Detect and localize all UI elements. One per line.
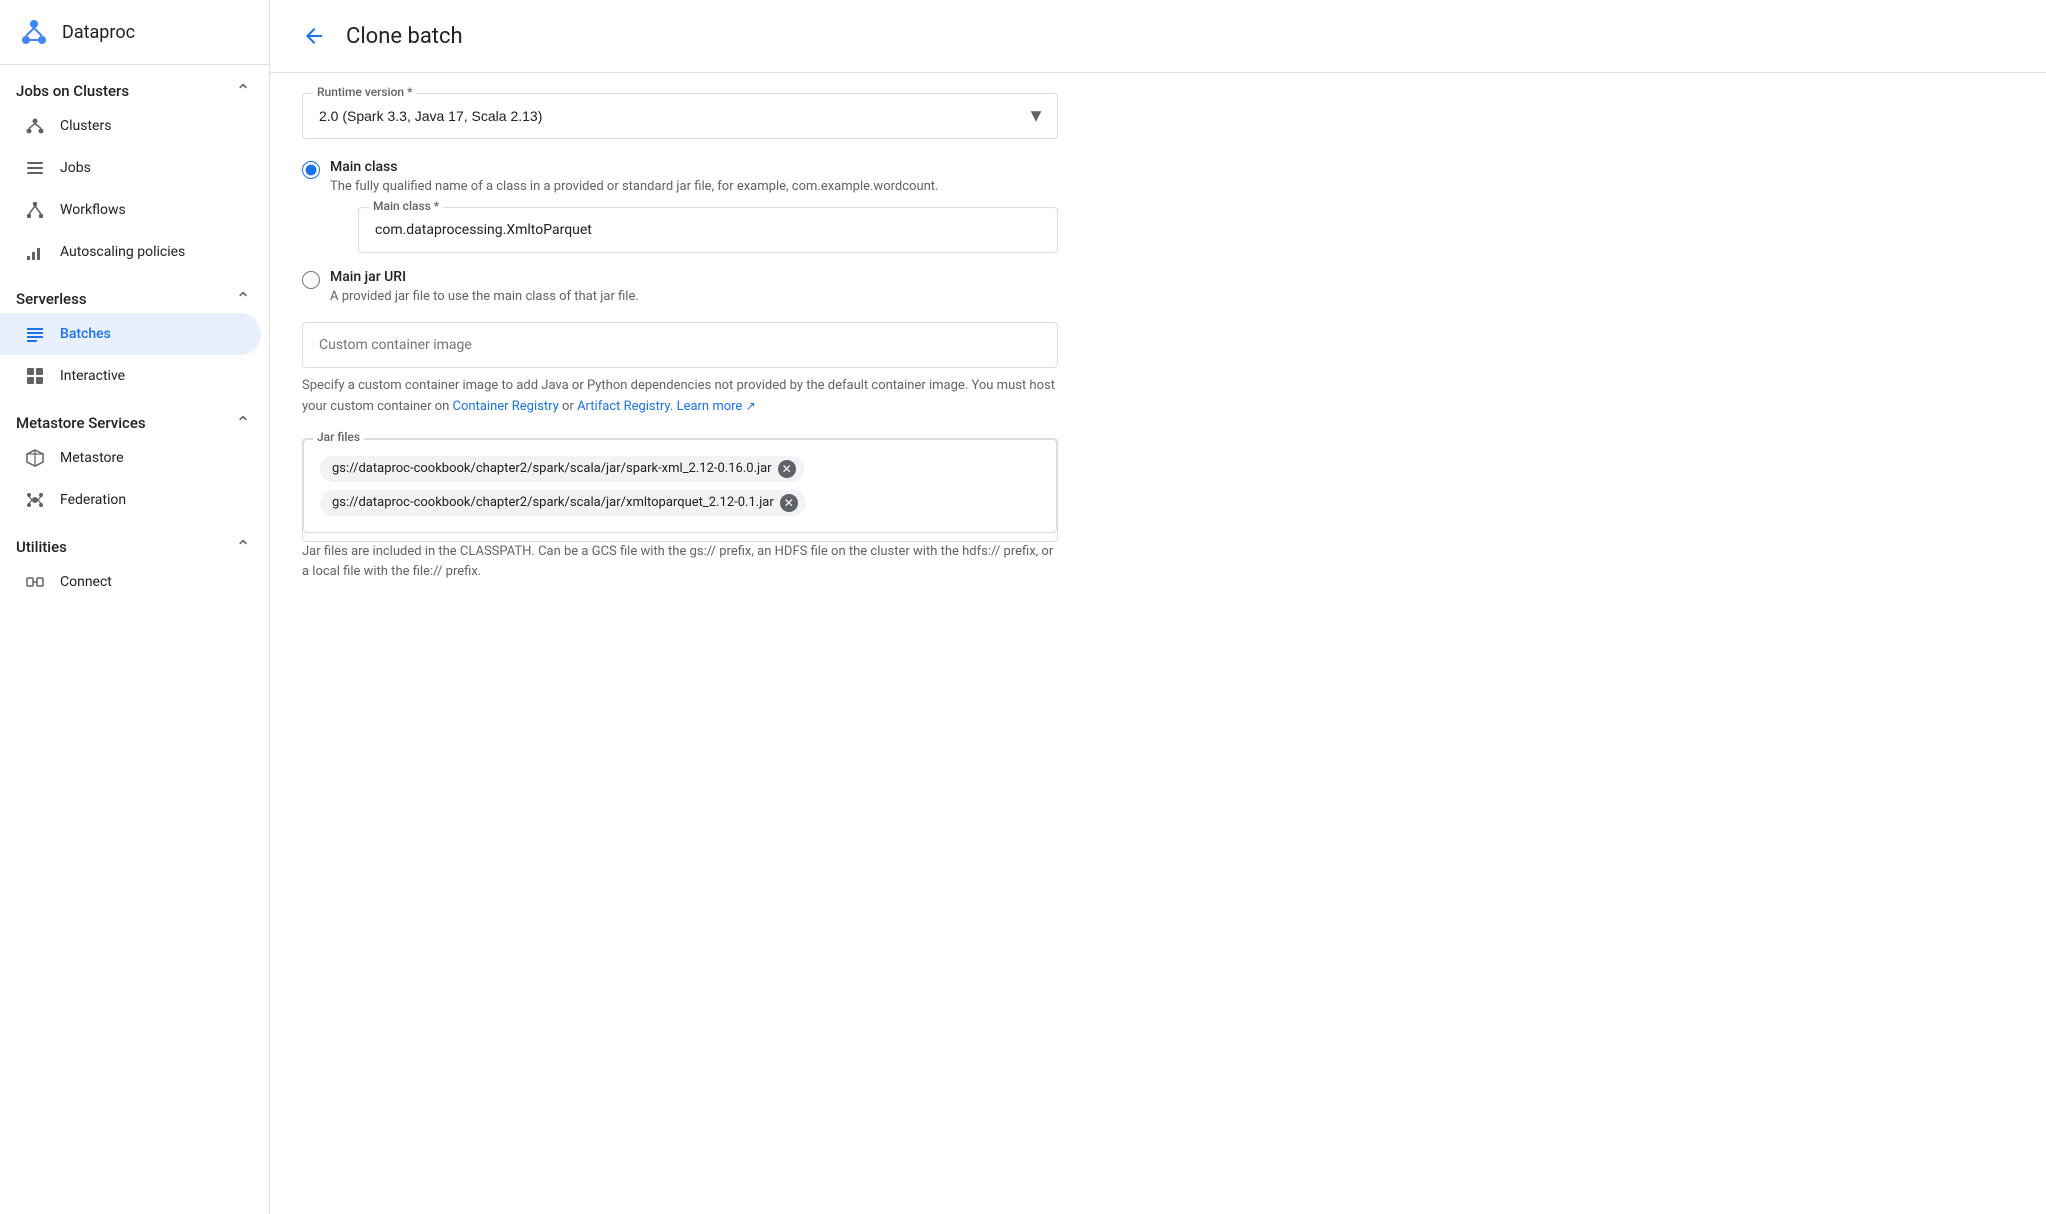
chevron-serverless-icon[interactable]: ⌃ — [233, 289, 253, 309]
jar-file-remove-0[interactable]: ✕ — [778, 460, 796, 478]
sidebar-item-clusters[interactable]: Clusters — [0, 105, 261, 147]
jar-file-tag-0: gs://dataproc-cookbook/chapter2/spark/sc… — [320, 456, 804, 482]
sidebar-item-interactive[interactable]: Interactive — [0, 355, 261, 397]
chevron-utilities-icon[interactable]: ⌃ — [233, 537, 253, 557]
chevron-metastore-icon[interactable]: ⌃ — [233, 413, 253, 433]
container-image-field: Specify a custom container image to add … — [302, 322, 1058, 418]
section-metastore-services: Metastore Services ⌃ — [0, 397, 269, 437]
main-jar-radio-desc: A provided jar file to use the main clas… — [330, 287, 1058, 307]
sidebar-item-batches[interactable]: Batches — [0, 313, 261, 355]
runtime-version-label: Runtime version * — [313, 85, 416, 99]
interactive-label: Interactive — [60, 368, 125, 384]
jar-files-field: Jar files gs://dataproc-cookbook/chapter… — [302, 438, 1058, 584]
main-class-radio-desc: The fully qualified name of a class in a… — [330, 177, 1058, 197]
interactive-icon — [24, 365, 46, 387]
section-serverless: Serverless ⌃ — [0, 273, 269, 313]
batches-label: Batches — [60, 326, 111, 342]
sidebar-item-metastore[interactable]: Metastore — [0, 437, 261, 479]
connect-label: Connect — [60, 574, 112, 590]
main-class-radio-option: Main class The fully qualified name of a… — [302, 159, 1058, 253]
main-class-sub-field: Main class * — [358, 207, 1058, 253]
main-jar-radio-option: Main jar URI A provided jar file to use … — [302, 269, 1058, 307]
artifact-registry-link[interactable]: Artifact Registry — [577, 399, 670, 414]
back-button[interactable] — [294, 16, 334, 56]
container-registry-link[interactable]: Container Registry — [453, 399, 559, 414]
connect-icon — [24, 571, 46, 593]
form-container: Runtime version * 2.0 (Spark 3.3, Java 1… — [270, 73, 1090, 623]
main-class-radio[interactable] — [302, 161, 320, 179]
federation-icon — [24, 489, 46, 511]
sidebar-item-workflows[interactable]: Workflows — [0, 189, 261, 231]
runtime-version-select[interactable]: 2.0 (Spark 3.3, Java 17, Scala 2.13) — [303, 94, 1057, 138]
jar-files-helper: Jar files are included in the CLASSPATH.… — [302, 542, 1058, 584]
sidebar: Dataproc Jobs on Clusters ⌃ Clusters Job… — [0, 0, 270, 1214]
autoscaling-icon — [24, 241, 46, 263]
jar-file-remove-1[interactable]: ✕ — [780, 494, 798, 512]
page-header: Clone batch — [270, 0, 2046, 73]
jobs-label: Jobs — [60, 160, 91, 176]
metastore-icon — [24, 447, 46, 469]
main-class-field-label: Main class * — [369, 199, 443, 213]
jar-files-label: Jar files — [313, 430, 364, 444]
dataproc-logo-icon — [16, 14, 52, 50]
workflows-icon — [24, 199, 46, 221]
runtime-version-field: Runtime version * 2.0 (Spark 3.3, Java 1… — [302, 93, 1058, 139]
sidebar-item-federation[interactable]: Federation — [0, 479, 261, 521]
app-name: Dataproc — [62, 22, 135, 43]
clusters-label: Clusters — [60, 118, 111, 134]
learn-more-link[interactable]: Learn more ↗ — [677, 399, 756, 414]
clusters-icon — [24, 115, 46, 137]
federation-label: Federation — [60, 492, 126, 508]
sidebar-item-connect[interactable]: Connect — [0, 561, 261, 603]
metastore-label: Metastore — [60, 450, 124, 466]
jar-file-tag-1: gs://dataproc-cookbook/chapter2/spark/sc… — [320, 490, 806, 516]
section-jobs-on-clusters: Jobs on Clusters ⌃ — [0, 65, 269, 105]
section-utilities: Utilities ⌃ — [0, 521, 269, 561]
container-image-input-wrapper — [302, 322, 1058, 368]
jobs-icon — [24, 157, 46, 179]
main-class-radio-title: Main class — [330, 159, 1058, 175]
jar-file-tag-text-0: gs://dataproc-cookbook/chapter2/spark/sc… — [332, 461, 772, 476]
page-title: Clone batch — [346, 24, 463, 49]
jar-files-tags-container: gs://dataproc-cookbook/chapter2/spark/sc… — [303, 439, 1057, 533]
jar-file-tag-text-1: gs://dataproc-cookbook/chapter2/spark/sc… — [332, 495, 774, 510]
sidebar-item-autoscaling[interactable]: Autoscaling policies — [0, 231, 261, 273]
autoscaling-label: Autoscaling policies — [60, 244, 185, 260]
container-image-input[interactable] — [319, 337, 1041, 353]
main-jar-radio[interactable] — [302, 271, 320, 289]
batches-icon — [24, 323, 46, 345]
main-class-input[interactable] — [359, 208, 1057, 252]
main-content-area: Clone batch Runtime version * 2.0 (Spark… — [270, 0, 2046, 1214]
jar-files-outlined: Jar files gs://dataproc-cookbook/chapter… — [302, 438, 1058, 542]
main-jar-radio-title: Main jar URI — [330, 269, 1058, 285]
workflows-label: Workflows — [60, 202, 126, 218]
container-image-helper: Specify a custom container image to add … — [302, 376, 1058, 418]
chevron-jobs-icon[interactable]: ⌃ — [233, 81, 253, 101]
main-class-outlined-field: Main class * — [358, 207, 1058, 253]
sidebar-item-jobs[interactable]: Jobs — [0, 147, 261, 189]
external-link-icon: ↗ — [746, 399, 756, 413]
app-logo: Dataproc — [0, 0, 269, 65]
